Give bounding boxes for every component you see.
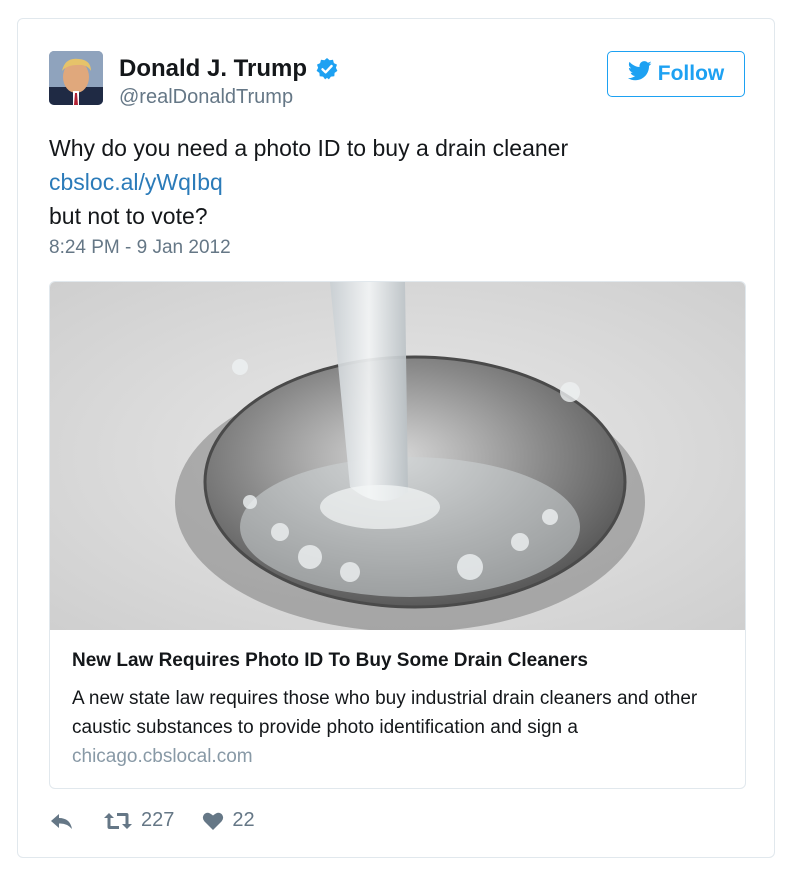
card-description: A new state law requires those who buy i… xyxy=(72,688,698,738)
tweet-actions: 227 22 xyxy=(49,809,283,832)
like-count: 22 xyxy=(232,809,255,831)
tweet-timestamp[interactable]: 8:24 PM - 9 Jan 2012 xyxy=(49,237,231,259)
avatar-image xyxy=(49,51,103,105)
like-button[interactable]: 22 xyxy=(202,809,255,832)
retweet-icon xyxy=(103,811,133,831)
twitter-bird-icon xyxy=(627,61,652,87)
reply-icon xyxy=(49,811,75,831)
link-card[interactable]: New Law Requires Photo ID To Buy Some Dr… xyxy=(49,281,746,789)
tweet-text-line-2: but not to vote? xyxy=(49,203,208,229)
avatar[interactable] xyxy=(49,51,103,105)
tweet-text-line-1: Why do you need a photo ID to buy a drai… xyxy=(49,135,569,161)
heart-icon xyxy=(202,811,224,831)
retweet-button[interactable]: 227 xyxy=(103,809,174,832)
card-image[interactable] xyxy=(50,282,745,630)
display-name[interactable]: Donald J. Trump xyxy=(119,55,307,83)
user-handle[interactable]: @realDonaldTrump xyxy=(119,85,339,109)
reply-button[interactable] xyxy=(49,811,75,831)
card-domain: chicago.cbslocal.com xyxy=(72,746,253,767)
user-info[interactable]: Donald J. Trump @realDonaldTrump xyxy=(119,55,339,109)
tweet-text: Why do you need a photo ID to buy a drai… xyxy=(49,131,729,233)
follow-label: Follow xyxy=(657,62,725,85)
follow-button[interactable]: Follow xyxy=(607,51,745,97)
tweet-link[interactable]: cbsloc.al/yWqIbq xyxy=(49,165,729,199)
card-title[interactable]: New Law Requires Photo ID To Buy Some Dr… xyxy=(72,650,588,672)
tweet-embed: Donald J. Trump @realDonaldTrump Follow … xyxy=(17,18,775,858)
verified-badge-icon xyxy=(315,57,339,81)
retweet-count: 227 xyxy=(141,809,175,831)
